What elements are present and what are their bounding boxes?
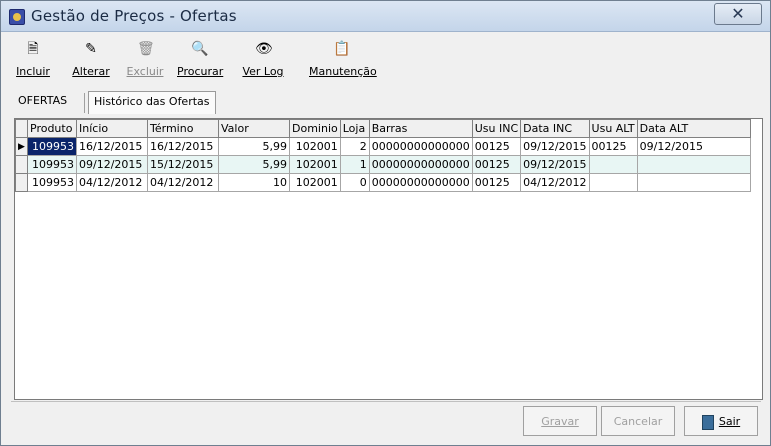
grid-cell[interactable]: 16/12/2015 bbox=[147, 137, 219, 156]
grid-cell[interactable] bbox=[588, 173, 638, 192]
eye-icon: 👁 bbox=[255, 41, 273, 57]
grid-cell[interactable]: 04/12/2012 bbox=[76, 173, 148, 192]
col-header[interactable]: Data ALT bbox=[636, 119, 751, 138]
documents-icon: 📋 bbox=[333, 41, 351, 57]
close-icon: ✕ bbox=[731, 4, 745, 23]
col-header[interactable]: Loja bbox=[339, 119, 370, 138]
table-row[interactable]: ▶ 109953 16/12/2015 16/12/2015 5,99 1020… bbox=[15, 137, 751, 156]
col-header[interactable]: Término bbox=[147, 119, 219, 138]
grid-cell[interactable]: 04/12/2012 bbox=[147, 173, 219, 192]
ver-log-button[interactable]: 👁 Ver Log bbox=[241, 41, 285, 85]
grid-cell[interactable]: 00125 bbox=[588, 137, 638, 156]
footer-divider bbox=[11, 401, 761, 402]
alterar-button[interactable]: ✎ Alterar bbox=[71, 41, 111, 85]
row-indicator bbox=[15, 155, 28, 174]
gravar-button[interactable]: Gravar bbox=[523, 406, 597, 436]
table-row[interactable]: 109953 04/12/2012 04/12/2012 10 102001 0… bbox=[15, 173, 751, 192]
exit-door-icon bbox=[701, 414, 714, 430]
col-header[interactable]: Barras bbox=[368, 119, 473, 138]
grid-cell[interactable]: 5,99 bbox=[218, 137, 290, 156]
row-indicator bbox=[15, 173, 28, 192]
col-header[interactable]: Usu INC bbox=[471, 119, 522, 138]
incluir-button[interactable]: 🗎 Incluir bbox=[15, 41, 51, 85]
grid-cell[interactable] bbox=[636, 173, 751, 192]
grid-cell[interactable]: 09/12/2015 bbox=[520, 137, 590, 156]
grid-cell[interactable]: 109953 bbox=[27, 173, 77, 192]
edit-document-icon: ✎ bbox=[85, 41, 97, 57]
table-row[interactable]: 109953 09/12/2015 15/12/2015 5,99 102001… bbox=[15, 155, 751, 174]
tab-historico-label: Histórico das Ofertas bbox=[94, 95, 210, 108]
search-globe-icon: 🔍 bbox=[191, 41, 209, 57]
manutencao-label: Manutenção bbox=[309, 65, 377, 78]
alterar-label: Alterar bbox=[72, 65, 110, 78]
gravar-label: Gravar bbox=[541, 415, 579, 428]
tab-historico-ofertas[interactable]: Histórico das Ofertas bbox=[88, 91, 216, 114]
current-row-indicator-icon: ▶ bbox=[15, 137, 28, 156]
grid-cell[interactable]: 09/12/2015 bbox=[520, 155, 590, 174]
trash-icon: 🗑 bbox=[137, 41, 155, 57]
excluir-label: Excluir bbox=[126, 65, 164, 78]
col-header[interactable]: Valor bbox=[218, 119, 290, 138]
excluir-button[interactable]: 🗑 Excluir bbox=[125, 41, 165, 85]
grid-cell[interactable]: 109953 bbox=[27, 137, 77, 156]
close-button[interactable]: ✕ bbox=[714, 3, 762, 25]
grid-cell[interactable]: 10 bbox=[218, 173, 290, 192]
manutencao-button[interactable]: 📋 Manutenção bbox=[309, 41, 377, 85]
grid-cell[interactable]: 109953 bbox=[27, 155, 77, 174]
grid-cell[interactable]: 0 bbox=[339, 173, 370, 192]
tab-divider bbox=[84, 93, 85, 113]
grid-cell[interactable]: 00125 bbox=[471, 173, 522, 192]
col-header[interactable]: Usu ALT bbox=[588, 119, 638, 138]
grid-cell[interactable]: 00125 bbox=[471, 137, 522, 156]
grid-cell[interactable]: 04/12/2012 bbox=[520, 173, 590, 192]
new-document-icon: 🗎 bbox=[27, 41, 39, 57]
app-icon bbox=[9, 9, 25, 25]
sair-label: Sair bbox=[718, 415, 741, 428]
grid-cell[interactable]: 00000000000000 bbox=[368, 155, 473, 174]
title-bar: Gestão de Preços - Ofertas ✕ bbox=[1, 1, 770, 32]
window-title: Gestão de Preços - Ofertas bbox=[31, 7, 237, 25]
grid-cell[interactable]: 102001 bbox=[289, 173, 341, 192]
grid-table: Produto Início Término Valor Dominio Loj… bbox=[15, 119, 751, 192]
grid-cell[interactable] bbox=[588, 155, 638, 174]
incluir-label: Incluir bbox=[16, 65, 50, 78]
grid-cell[interactable]: 2 bbox=[339, 137, 370, 156]
ofertas-grid[interactable]: Produto Início Término Valor Dominio Loj… bbox=[14, 118, 763, 400]
grid-cell[interactable]: 00000000000000 bbox=[368, 137, 473, 156]
procurar-label: Procurar bbox=[177, 65, 224, 78]
col-header[interactable]: Data INC bbox=[520, 119, 590, 138]
tab-strip: OFERTAS Histórico das Ofertas bbox=[11, 91, 761, 115]
grid-cell[interactable] bbox=[636, 155, 751, 174]
grid-cell[interactable]: 102001 bbox=[289, 137, 341, 156]
toolbar: 🗎 Incluir ✎ Alterar 🗑 Excluir 🔍 Procurar… bbox=[11, 41, 611, 85]
cancelar-button[interactable]: Cancelar bbox=[601, 406, 675, 436]
col-header[interactable]: Produto bbox=[27, 119, 77, 138]
col-header[interactable]: Início bbox=[76, 119, 148, 138]
grid-cell[interactable]: 00000000000000 bbox=[368, 173, 473, 192]
cancelar-label: Cancelar bbox=[613, 415, 663, 428]
procurar-button[interactable]: 🔍 Procurar bbox=[177, 41, 224, 85]
grid-cell[interactable]: 15/12/2015 bbox=[147, 155, 219, 174]
grid-cell[interactable]: 102001 bbox=[289, 155, 341, 174]
grid-cell[interactable]: 09/12/2015 bbox=[76, 155, 148, 174]
tab-ofertas[interactable]: OFERTAS bbox=[13, 91, 72, 113]
grid-cell[interactable]: 16/12/2015 bbox=[76, 137, 148, 156]
grid-cell[interactable]: 5,99 bbox=[218, 155, 290, 174]
grid-cell[interactable]: 09/12/2015 bbox=[636, 137, 751, 156]
ver-log-label: Ver Log bbox=[242, 65, 284, 78]
col-header[interactable]: Dominio bbox=[289, 119, 341, 138]
main-window: Gestão de Preços - Ofertas ✕ 🗎 Incluir ✎… bbox=[0, 0, 771, 446]
grid-cell[interactable]: 00125 bbox=[471, 155, 522, 174]
header-indicator bbox=[15, 119, 28, 138]
grid-cell[interactable]: 1 bbox=[339, 155, 370, 174]
sair-button[interactable]: Sair bbox=[684, 406, 758, 436]
tab-ofertas-label: OFERTAS bbox=[18, 94, 68, 107]
grid-header-row: Produto Início Término Valor Dominio Loj… bbox=[15, 119, 751, 138]
